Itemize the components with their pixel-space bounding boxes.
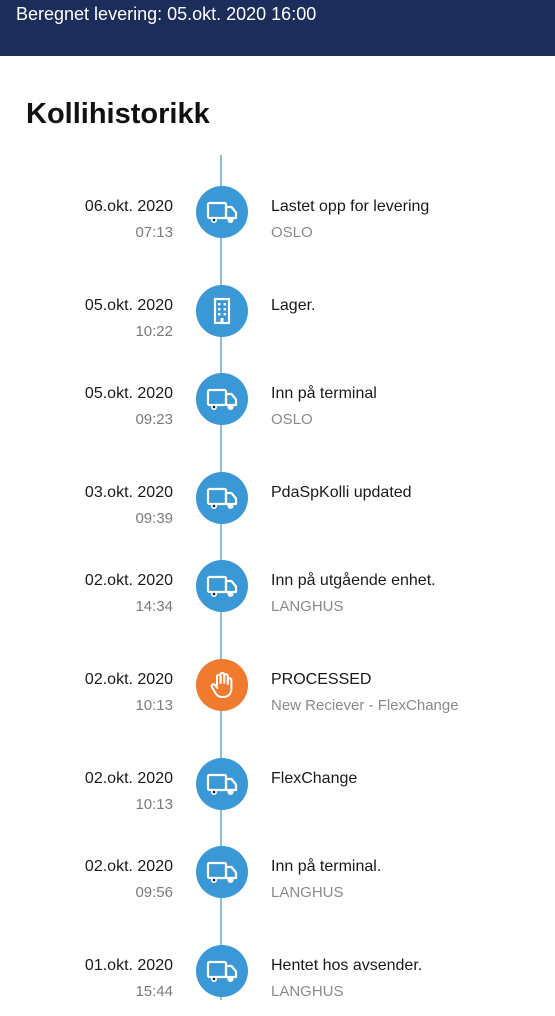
- event-location: LANGHUS: [271, 983, 344, 1000]
- event-location: OSLO: [271, 224, 313, 241]
- event-location: New Reciever - FlexChange: [271, 697, 459, 714]
- event-date: 02.okt. 2020: [84, 858, 173, 875]
- truck-icon: [196, 373, 248, 425]
- timeline-event: 01.okt. 2020 15:44 Hentet hos avsender. LAN…: [0, 945, 555, 1016]
- event-title: FlexChange: [271, 770, 358, 787]
- timeline-event: 02.okt. 2020 10:13 FlexChange: [0, 758, 555, 829]
- event-time: 14:34: [135, 598, 173, 615]
- truck-icon: [196, 472, 248, 524]
- truck-icon: [196, 758, 248, 810]
- event-time: 10:13: [135, 697, 173, 714]
- event-location: LANGHUS: [271, 598, 344, 615]
- event-date: 05.okt. 2020: [84, 297, 173, 314]
- event-location: OSLO: [271, 411, 313, 428]
- event-time: 15:44: [135, 983, 173, 1000]
- page-title: Kollihistorikk: [26, 98, 210, 130]
- event-title: PdaSpKolli updated: [271, 484, 412, 501]
- hand-icon: [196, 659, 248, 711]
- event-title: Inn på terminal: [271, 385, 377, 402]
- event-title: Lastet opp for levering: [271, 198, 430, 215]
- timeline-event: 06.okt. 2020 07:13 Lastet opp for levering…: [0, 186, 555, 257]
- event-location: LANGHUS: [271, 884, 344, 901]
- event-title: Lager.: [271, 297, 316, 314]
- event-date: 02.okt. 2020: [84, 770, 173, 787]
- timeline-event: 05.okt. 2020 10:22 Lager.: [0, 285, 555, 356]
- event-date: 02.okt. 2020: [84, 671, 173, 688]
- event-time: 09:39: [135, 510, 173, 527]
- timeline-event: 02.okt. 2020 10:13 PROCESSED New Reciever -…: [0, 659, 555, 730]
- event-time: 07:13: [135, 224, 173, 241]
- truck-icon: [196, 945, 248, 997]
- event-date: 06.okt. 2020: [84, 198, 173, 215]
- event-time: 09:56: [135, 884, 173, 901]
- timeline-event: 02.okt. 2020 09:56 Inn på terminal. LANGHUS: [0, 846, 555, 917]
- truck-icon: [196, 560, 248, 612]
- event-time: 09:23: [135, 411, 173, 428]
- truck-icon: [196, 846, 248, 898]
- event-date: 01.okt. 2020: [84, 957, 173, 974]
- event-title: PROCESSED: [271, 671, 372, 688]
- timeline-event: 05.okt. 2020 09:23 Inn på terminal OSLO: [0, 373, 555, 444]
- event-date: 03.okt. 2020: [84, 484, 173, 501]
- event-date: 05.okt. 2020: [84, 385, 173, 402]
- event-date: 02.okt. 2020: [84, 572, 173, 589]
- event-title: Inn på terminal.: [271, 858, 382, 875]
- estimated-delivery-text: Beregnet levering: 05.okt. 2020 16:00: [16, 4, 317, 24]
- event-title: Hentet hos avsender.: [271, 957, 423, 974]
- building-icon: [196, 285, 248, 337]
- truck-icon: [196, 186, 248, 238]
- timeline-event: 02.okt. 2020 14:34 Inn på utgående enhet. L…: [0, 560, 555, 631]
- timeline-event: 03.okt. 2020 09:39 PdaSpKolli updated: [0, 472, 555, 543]
- event-time: 10:13: [135, 796, 173, 813]
- event-time: 10:22: [135, 323, 173, 340]
- event-title: Inn på utgående enhet.: [271, 572, 436, 589]
- delivery-header: Beregnet levering: 05.okt. 2020 16:00: [0, 0, 555, 56]
